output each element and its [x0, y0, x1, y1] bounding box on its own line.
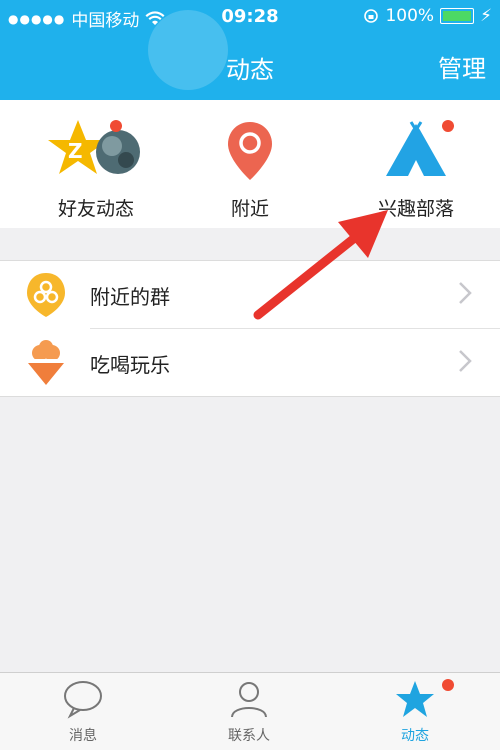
quick-item-label: 兴趣部落: [377, 198, 454, 220]
quick-item-friend-feed[interactable]: Z 好友动态: [26, 116, 166, 221]
quick-item-interest-tribe[interactable]: 兴趣部落: [346, 116, 486, 221]
tab-label: 消息: [69, 728, 97, 744]
quick-item-label: 附近: [230, 198, 269, 220]
discover-list: 附近的群 吃喝玩乐: [0, 260, 500, 397]
quick-item-label: 好友动态: [57, 198, 134, 220]
bottom-tab-bar: 消息 联系人 动态: [0, 672, 500, 750]
quick-entry-panel: Z 好友动态 附近 兴趣部落: [0, 100, 500, 228]
food-fun-icon: [28, 340, 64, 385]
friend-feed-badge: [110, 120, 122, 132]
list-item-food-fun[interactable]: 吃喝玩乐: [28, 328, 500, 396]
list-item-nearby-groups[interactable]: 附近的群: [0, 261, 500, 328]
chevron-right-icon: [459, 282, 472, 304]
tab-label: 动态: [401, 728, 429, 744]
page-title: 动态: [226, 56, 274, 84]
list-item-label: 附近的群: [90, 285, 170, 309]
svg-text:Z: Z: [68, 139, 83, 163]
rotation-lock-icon: [364, 9, 379, 23]
star-feed-icon: [396, 681, 434, 717]
chevron-right-icon: [459, 350, 472, 372]
contacts-icon: [231, 682, 267, 718]
tab-contacts[interactable]: 联系人: [189, 679, 309, 745]
nearby-pin-icon: [228, 122, 272, 180]
charging-icon: ⚡: [480, 6, 492, 26]
tribe-badge: [442, 120, 454, 132]
nav-header: ●●●●● 中国移动 09:28 100% ⚡ 动态 管理: [0, 0, 500, 100]
quick-item-nearby[interactable]: 附近: [180, 116, 320, 221]
feed-tab-badge: [442, 679, 454, 691]
nearby-groups-icon: [27, 273, 65, 317]
battery-percent: 100%: [385, 6, 435, 26]
tribe-tent-icon: [386, 121, 446, 176]
battery-icon: [440, 8, 475, 24]
friend-feed-icon: Z: [48, 120, 140, 174]
status-bar: ●●●●● 中国移动 09:28 100% ⚡: [0, 0, 500, 34]
manage-button[interactable]: 管理: [438, 49, 486, 84]
tab-messages[interactable]: 消息: [23, 679, 143, 745]
tab-feed[interactable]: 动态: [355, 679, 475, 745]
list-item-label: 吃喝玩乐: [90, 353, 170, 377]
tab-label: 联系人: [228, 728, 270, 744]
chat-bubble-icon: [64, 681, 102, 719]
